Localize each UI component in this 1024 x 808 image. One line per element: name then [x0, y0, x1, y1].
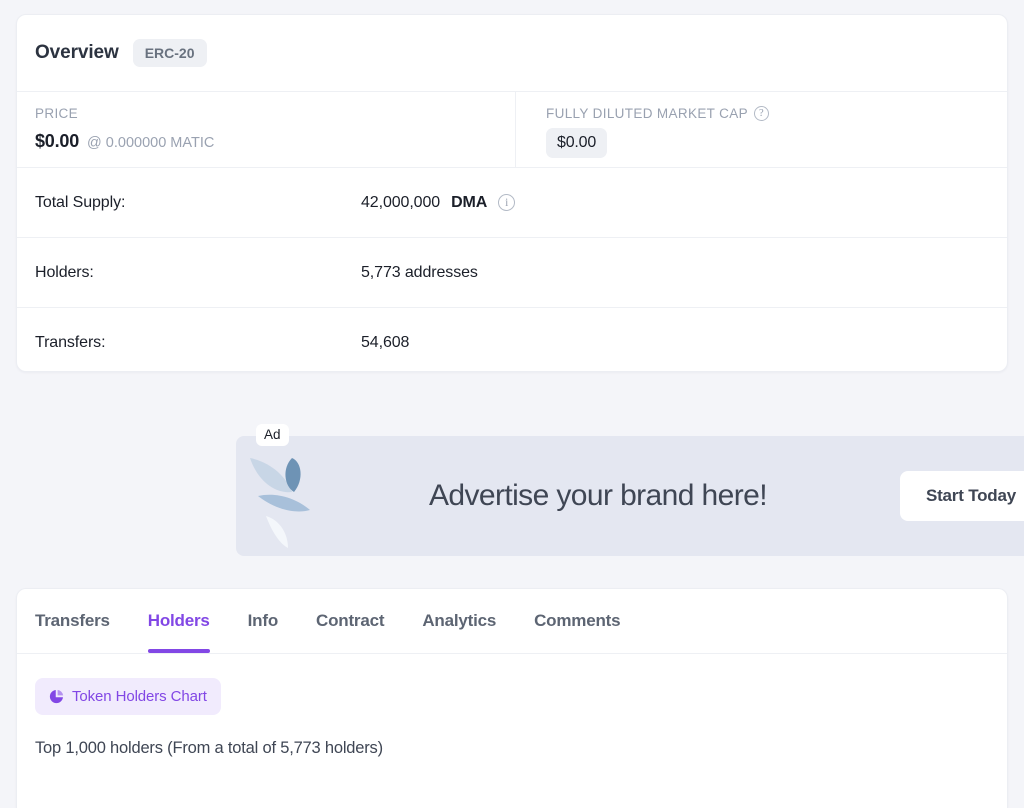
total-supply-amount: 42,000,000 [361, 193, 441, 211]
tab-transfers[interactable]: Transfers [35, 589, 110, 652]
total-supply-value: 42,000,000 DMA i [361, 193, 516, 212]
price-native-value: @ 0.000000 MATIC [87, 135, 215, 151]
table-row: Transfers: 54,608 [17, 308, 1007, 371]
holders-summary-text: Top 1,000 holders (From a total of 5,773… [35, 739, 383, 757]
pie-chart-icon [49, 689, 64, 704]
question-circle-icon[interactable]: ? [753, 105, 769, 121]
ad-label-badge: Ad [256, 424, 289, 447]
fully-diluted-market-cap-value: $0.00 [546, 128, 608, 158]
fully-diluted-market-cap-label: FULLY DILUTED MARKET CAP ? [546, 104, 989, 122]
price-value: $0.00 [35, 131, 80, 151]
fdmc-value-wrap: $0.00 [546, 122, 989, 158]
info-circle-icon[interactable]: i [498, 194, 516, 211]
price-block: PRICE $0.00 @ 0.000000 MATIC [17, 92, 515, 167]
token-detail-tabs-card: Transfers Holders Info Contract Analytic… [16, 588, 1008, 808]
holders-label: Holders: [35, 263, 94, 281]
overview-card-header: Overview ERC-20 [17, 15, 1007, 92]
tab-analytics[interactable]: Analytics [422, 589, 496, 652]
total-supply-label: Total Supply: [35, 193, 126, 211]
ad-banner[interactable]: Advertise your brand here! Start Today [236, 436, 1024, 556]
table-row: Total Supply: 42,000,000 DMA i [17, 168, 1007, 238]
ad-headline: Advertise your brand here! [429, 479, 768, 512]
price-value-row: $0.00 @ 0.000000 MATIC [35, 131, 497, 152]
start-today-button[interactable]: Start Today [899, 471, 1024, 521]
token-standard-badge: ERC-20 [132, 39, 207, 67]
transfers-value: 54,608 [361, 334, 409, 352]
holders-amount: 5,773 addresses [361, 263, 478, 281]
fully-diluted-market-cap-block: FULLY DILUTED MARKET CAP ? $0.00 [515, 92, 1007, 167]
holders-panel: Token Holders Chart Top 1,000 holders (F… [17, 654, 1007, 758]
page-title: Overview [35, 42, 119, 63]
token-holders-chart-label: Token Holders Chart [72, 688, 207, 705]
tab-contract[interactable]: Contract [316, 589, 384, 652]
token-holders-chart-button[interactable]: Token Holders Chart [35, 678, 221, 715]
tab-bar: Transfers Holders Info Contract Analytic… [17, 589, 1007, 654]
holders-value: 5,773 addresses [361, 264, 478, 282]
tab-comments[interactable]: Comments [534, 589, 620, 652]
transfers-amount: 54,608 [361, 334, 410, 351]
tab-info[interactable]: Info [248, 589, 279, 652]
table-row: Holders: 5,773 addresses [17, 238, 1007, 308]
price-label: PRICE [35, 105, 79, 121]
fdmc-label-text: FULLY DILUTED MARKET CAP [546, 105, 748, 121]
transfers-label: Transfers: [35, 334, 106, 351]
total-supply-symbol: DMA [451, 193, 488, 211]
tab-holders[interactable]: Holders [147, 589, 210, 653]
overview-card: Overview ERC-20 PRICE $0.00 @ 0.000000 M… [16, 14, 1008, 372]
leaf-logo-icon [236, 436, 336, 556]
price-marketcap-strip: PRICE $0.00 @ 0.000000 MATIC FULLY DILUT… [17, 92, 1007, 168]
